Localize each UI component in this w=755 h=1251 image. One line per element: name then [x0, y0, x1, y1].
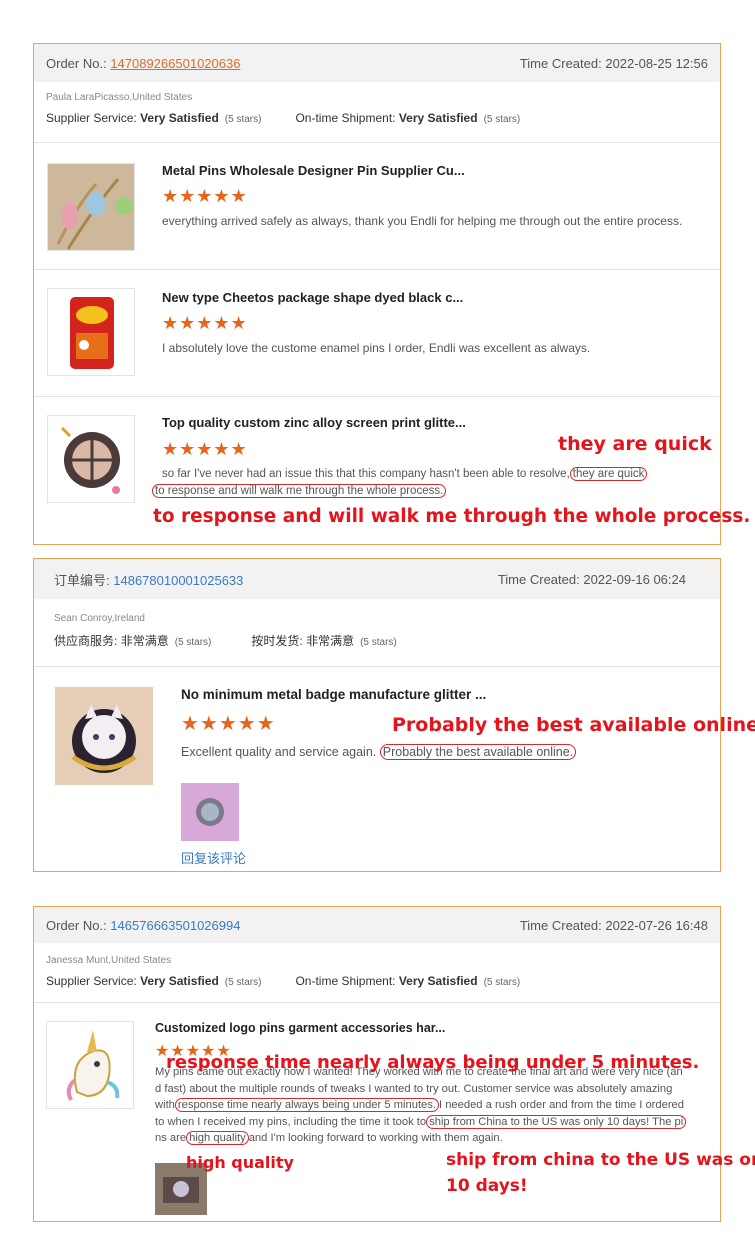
- highlight-circle: response time nearly always being under …: [174, 1098, 439, 1112]
- review-text-part: to when I received my pins, including th…: [155, 1115, 427, 1128]
- order-label: 订单编号:: [54, 572, 110, 588]
- review-text: I absolutely love the custome enamel pin…: [162, 341, 591, 355]
- review-item: New type Cheetos package shape dyed blac…: [34, 269, 720, 396]
- annotation-text: Probably the best available online.: [392, 714, 755, 736]
- time-label: Time Created:: [519, 55, 602, 71]
- annotation-text: they are quick: [558, 433, 712, 455]
- reply-link[interactable]: 回复该评论: [181, 848, 246, 867]
- product-thumbnail[interactable]: [47, 163, 135, 251]
- product-title[interactable]: No minimum metal badge manufacture glitt…: [181, 687, 486, 702]
- ratings-row: 供应商服务: 非常满意 (5 stars) 按时发货: 非常满意 (5 stars): [54, 632, 708, 649]
- review-text: Excellent quality and service again. Pro…: [181, 744, 577, 761]
- shipment-stars: (5 stars): [483, 977, 521, 988]
- time-created: Time Created: 2022-08-25 12:56: [520, 56, 708, 71]
- time-created: Time Created: 2022-09-16 06:24: [498, 572, 686, 587]
- review-text-part: I needed a rush order and from the time …: [438, 1099, 685, 1111]
- review-text-part: Excellent quality and service again.: [181, 745, 377, 759]
- shipment-label: 按时发货:: [251, 634, 303, 648]
- shipment-stars: (5 stars): [483, 114, 521, 125]
- time-label: Time Created:: [519, 917, 602, 933]
- highlight-circle: high quality: [186, 1131, 249, 1145]
- product-thumbnail[interactable]: [47, 415, 135, 503]
- annotation-text: ship from china to the US was only: [446, 1150, 755, 1170]
- highlight-circle: Probably the best available online.: [379, 744, 577, 760]
- time-created: Time Created: 2022-07-26 16:48: [520, 918, 708, 933]
- review-photo[interactable]: [181, 783, 239, 841]
- shipment-label: On-time Shipment:: [295, 111, 396, 125]
- supplier-label: 供应商服务:: [54, 634, 118, 648]
- order-number-field: Order No.: 147089266501020636: [46, 56, 240, 71]
- card-header: Order No.: 146576663501026994 Time Creat…: [34, 907, 720, 943]
- time-label: Time Created:: [497, 571, 580, 587]
- annotation-text: to response and will walk me through the…: [153, 506, 751, 527]
- review-item: Metal Pins Wholesale Designer Pin Suppli…: [34, 142, 720, 269]
- supplier-label: Supplier Service:: [46, 974, 137, 988]
- supplier-stars: (5 stars): [174, 637, 212, 648]
- order-label: Order No.:: [46, 917, 107, 933]
- product-title[interactable]: New type Cheetos package shape dyed blac…: [162, 290, 463, 305]
- product-title[interactable]: Metal Pins Wholesale Designer Pin Suppli…: [162, 163, 465, 178]
- highlight-circle: ship from China to the US was only 10 da…: [426, 1114, 687, 1129]
- ratings-row: Supplier Service: Very Satisfied (5 stars…: [46, 974, 708, 988]
- annotation-text: 10 days!: [446, 1176, 528, 1196]
- review-card-1: Order No.: 147089266501020636 Time Creat…: [33, 43, 721, 545]
- annotation-text: high quality: [186, 1153, 294, 1172]
- order-number-field: Order No.: 146576663501026994: [46, 918, 240, 933]
- star-rating: ★★★★★: [162, 186, 248, 206]
- highlight-circle: they are quick: [569, 467, 648, 481]
- order-number-field: 订单编号: 148678010001025633: [54, 570, 243, 589]
- ratings-row: Supplier Service: Very Satisfied (5 stars…: [46, 111, 708, 125]
- review-text-part: and I'm looking forward to working with …: [248, 1132, 503, 1144]
- product-title[interactable]: Top quality custom zinc alloy screen pri…: [162, 415, 466, 430]
- order-number-link[interactable]: 146576663501026994: [110, 918, 240, 933]
- product-thumbnail[interactable]: [46, 1021, 134, 1109]
- time-value: 2022-08-25 12:56: [605, 55, 708, 71]
- review-text-part: so far I've never had an issue this that…: [162, 468, 570, 480]
- supplier-label: Supplier Service:: [46, 111, 137, 125]
- shipment-label: On-time Shipment:: [295, 974, 396, 988]
- order-label: Order No.:: [46, 55, 107, 71]
- card-header: Order No.: 147089266501020636 Time Creat…: [34, 44, 720, 82]
- buyer-name: Sean Conroy,Ireland: [54, 613, 145, 624]
- review-text: My pins came out exactly how I wanted! T…: [155, 1064, 715, 1147]
- supplier-stars: (5 stars): [224, 114, 262, 125]
- order-number-link[interactable]: 148678010001025633: [113, 573, 243, 588]
- product-thumbnail[interactable]: [47, 288, 135, 376]
- time-value: 2022-09-16 06:24: [583, 571, 686, 587]
- shipment-value: Very Satisfied: [398, 974, 478, 988]
- review-item: No minimum metal badge manufacture glitt…: [34, 666, 720, 871]
- shipment-value: 非常满意: [306, 634, 355, 648]
- shipment-stars: (5 stars): [360, 637, 397, 648]
- review-text-part: ns are: [155, 1132, 187, 1144]
- review-text: so far I've never had an issue this that…: [152, 466, 712, 500]
- card-header: 订单编号: 148678010001025633 Time Created: 2…: [34, 559, 720, 599]
- buyer-name: Janessa Munt,United States: [46, 955, 172, 966]
- star-rating: ★★★★★: [162, 313, 248, 333]
- time-value: 2022-07-26 16:48: [605, 917, 708, 933]
- annotation-text: response time nearly always being under …: [166, 1052, 700, 1073]
- star-rating: ★★★★★: [181, 713, 276, 735]
- review-line: d fast) about the multiple rounds of twe…: [155, 1082, 673, 1095]
- review-item: Customized logo pins garment accessories…: [34, 1002, 720, 1221]
- order-number-link[interactable]: 147089266501020636: [110, 56, 240, 71]
- shipment-value: Very Satisfied: [398, 111, 478, 125]
- buyer-name: Paula LaraPicasso,United States: [46, 92, 193, 103]
- supplier-value: Very Satisfied: [140, 111, 219, 125]
- review-text: everything arrived safely as always, tha…: [162, 214, 683, 228]
- product-thumbnail[interactable]: [55, 687, 153, 785]
- supplier-value: Very Satisfied: [140, 974, 219, 988]
- highlight-circle: to response and will walk me through the…: [152, 484, 447, 498]
- star-rating: ★★★★★: [162, 439, 248, 459]
- supplier-value: 非常满意: [120, 634, 169, 648]
- product-title[interactable]: Customized logo pins garment accessories…: [155, 1021, 445, 1035]
- supplier-stars: (5 stars): [224, 977, 262, 988]
- review-text-part: with: [155, 1099, 175, 1111]
